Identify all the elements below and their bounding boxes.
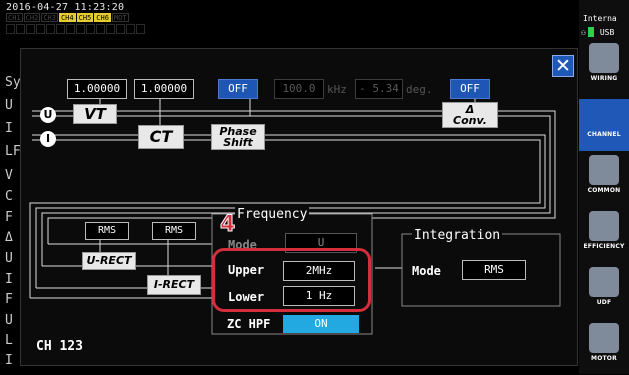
side-button-udf[interactable]: UDF <box>579 267 629 319</box>
side-button-channel[interactable]: CHANNEL <box>579 99 629 151</box>
internal-storage-label: Interna <box>583 14 617 23</box>
i-rectifier-block: I-RECT <box>147 275 201 295</box>
side-button-label: EFFICIENCY <box>583 243 625 250</box>
input-bit-cell <box>6 24 15 34</box>
zc-hpf-label: ZC HPF <box>227 317 271 331</box>
input-bit-cell <box>136 24 145 34</box>
background-label: U <box>5 98 13 113</box>
zc-hpf-toggle[interactable]: ON <box>283 315 359 333</box>
background-label: I <box>5 272 13 287</box>
input-bit-cell <box>36 24 45 34</box>
channel-indicator: CH1 <box>6 13 23 22</box>
side-panel: Interna ⚇ USB WIRING CHANNEL COMMON EFFICIE… <box>579 0 629 374</box>
u-rectifier-block: U-RECT <box>82 252 136 270</box>
channel-indicator: CH3 <box>41 13 58 22</box>
phase-shift-label-line2: Shift <box>223 136 253 149</box>
ct-block: CT <box>138 125 184 149</box>
u-rectifier-mode-field[interactable]: RMS <box>85 222 129 240</box>
side-button-label: CHANNEL <box>587 131 621 138</box>
efficiency-icon <box>589 211 619 241</box>
motor-icon <box>589 323 619 353</box>
delta-conversion-block: Δ Conv. <box>442 102 498 128</box>
background-label: F <box>5 210 13 225</box>
phase-shift-block: Phase Shift <box>211 124 265 150</box>
channel-icon <box>589 99 619 129</box>
usb-status-indicator <box>587 27 594 37</box>
delta-conv-label-line2: Conv. <box>453 114 487 127</box>
channel-indicator: CH2 <box>23 13 41 22</box>
background-label: U <box>5 251 13 266</box>
side-button-label: UDF <box>596 299 612 306</box>
udf-icon <box>589 267 619 297</box>
input-bit-cell <box>96 24 105 34</box>
background-label: LF <box>5 144 21 159</box>
input-bit-cell <box>46 24 55 34</box>
background-label: I <box>5 353 13 368</box>
common-icon <box>589 155 619 185</box>
phase-degree-unit: deg. <box>406 83 433 96</box>
voltage-input-marker: U <box>40 107 56 123</box>
channel-indicator: CH4 <box>58 13 76 22</box>
frequency-section-title: Frequency <box>235 207 310 222</box>
ct-ratio-field[interactable]: 1.00000 <box>134 79 194 99</box>
input-bit-cell <box>126 24 135 34</box>
background-label: Sy <box>5 75 21 90</box>
background-label: Δ <box>5 230 13 245</box>
background-label: L <box>5 333 13 348</box>
current-input-marker: I <box>40 131 56 147</box>
channel-indicators: CH1 CH2 CH3 CH4 CH5 CH6 MOT <box>6 13 129 22</box>
background-label: C <box>5 189 13 204</box>
background-label: F <box>5 292 13 307</box>
input-bit-cell <box>56 24 65 34</box>
step-number-marker: 4 <box>219 212 236 238</box>
input-bit-cell <box>86 24 95 34</box>
timestamp: 2016-04-27 11:23:20 <box>6 2 125 13</box>
usb-connected-icon: ⚇ <box>581 27 586 37</box>
highlight-frame <box>212 248 371 312</box>
input-bit-cell <box>16 24 25 34</box>
delta-conversion-toggle[interactable]: OFF <box>450 79 490 99</box>
side-button-label: MOTOR <box>591 355 617 362</box>
side-button-motor[interactable]: MOTOR <box>579 323 629 375</box>
input-bit-cell <box>26 24 35 34</box>
input-bit-cell <box>106 24 115 34</box>
vt-block: VT <box>73 104 117 124</box>
channel-indicator: CH6 <box>94 13 111 22</box>
integration-mode-label: Mode <box>412 264 441 278</box>
i-rectifier-mode-field[interactable]: RMS <box>152 222 196 240</box>
vt-ratio-field[interactable]: 1.00000 <box>67 79 127 99</box>
side-button-label: WIRING <box>590 75 618 82</box>
channel-indicator: CH5 <box>76 13 94 22</box>
side-button-common[interactable]: COMMON <box>579 155 629 207</box>
side-button-efficiency[interactable]: EFFICIENCY <box>579 211 629 263</box>
side-button-label: COMMON <box>587 187 621 194</box>
phase-frequency-unit: kHz <box>327 83 347 96</box>
channel-group-label: CH 123 <box>36 339 83 354</box>
integration-mode-field[interactable]: RMS <box>462 260 526 280</box>
integration-section-title: Integration <box>412 228 503 243</box>
input-bit-cell <box>76 24 85 34</box>
background-label: U <box>5 313 13 328</box>
phase-shift-frequency-field: 100.0 <box>274 79 324 99</box>
channel-indicator: MOT <box>111 13 129 22</box>
background-label: I <box>5 121 13 136</box>
wiring-icon <box>589 43 619 73</box>
usb-label: USB <box>599 27 615 37</box>
phase-shift-degree-field: - 5.34 <box>355 79 403 99</box>
background-label: V <box>5 168 13 183</box>
input-bit-cell <box>116 24 125 34</box>
phase-shift-toggle[interactable]: OFF <box>218 79 258 99</box>
input-bit-cell <box>66 24 75 34</box>
side-button-wiring[interactable]: WIRING <box>579 43 629 95</box>
input-bit-indicators <box>6 24 145 34</box>
